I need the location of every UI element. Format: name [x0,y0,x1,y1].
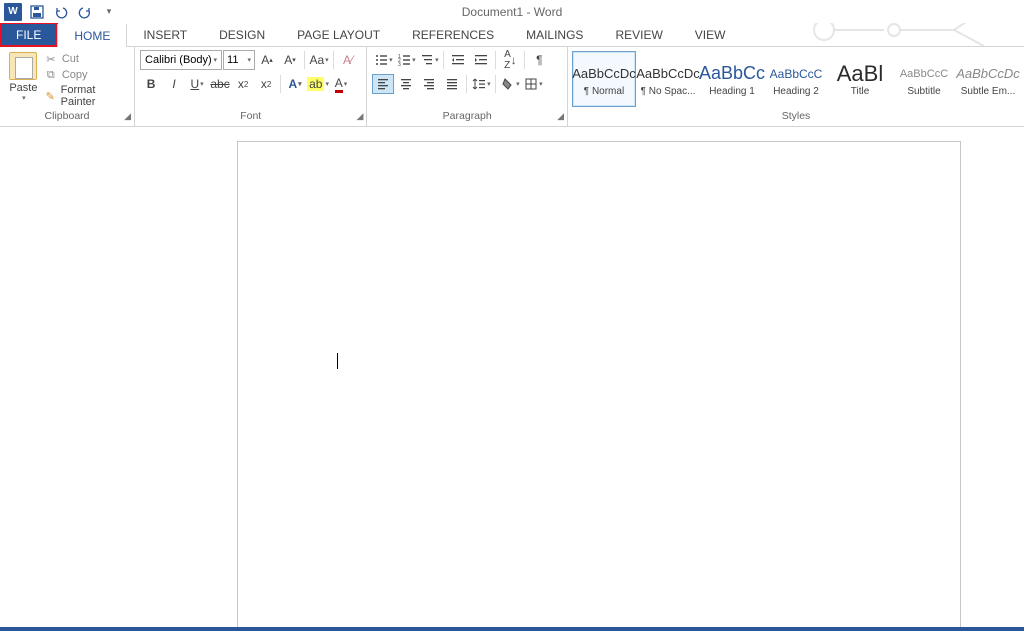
align-left-button[interactable] [372,74,394,94]
svg-text:3: 3 [398,62,401,67]
align-center-button[interactable] [395,74,417,94]
subscript-button[interactable]: x2 [232,74,254,94]
styles-gallery[interactable]: AaBbCcDc ¶ Normal AaBbCcDc ¶ No Spac... … [572,51,1020,107]
styles-group-label: Styles [568,110,1024,126]
grow-font-button[interactable]: A▴ [256,50,278,70]
style-subtitle[interactable]: AaBbCcC Subtitle [892,51,956,107]
style-subtle-emphasis[interactable]: AaBbCcDc Subtle Em... [956,51,1020,107]
strikethrough-button[interactable]: abc [209,74,231,94]
tab-file[interactable]: FILE [0,23,57,46]
justify-button[interactable] [441,74,463,94]
style-heading-1[interactable]: AaBbCc Heading 1 [700,51,764,107]
status-bar [0,627,1024,631]
underline-button[interactable]: U▾ [186,74,208,94]
tab-page-layout[interactable]: PAGE LAYOUT [281,23,396,46]
decrease-indent-button[interactable] [447,50,469,70]
paste-button[interactable]: Paste ▾ [5,50,42,110]
tab-view[interactable]: VIEW [679,23,742,46]
style-title[interactable]: AaBl Title [828,51,892,107]
clear-formatting-button[interactable]: A⁄ [337,50,359,70]
text-cursor [337,353,338,369]
increase-indent-button[interactable] [470,50,492,70]
font-group-label: Font◢ [135,110,366,126]
tab-mailings[interactable]: MAILINGS [510,23,599,46]
numbering-button[interactable]: 123▾ [395,50,417,70]
tab-references[interactable]: REFERENCES [396,23,510,46]
shading-button[interactable]: ▾ [499,74,521,94]
clipboard-launcher[interactable]: ◢ [124,111,131,122]
clipboard-group-label: Clipboard◢ [0,110,134,126]
style-heading-2[interactable]: AaBbCcC Heading 2 [764,51,828,107]
save-button[interactable] [26,2,48,22]
font-size-select[interactable]: 11▾ [223,50,255,70]
tab-insert[interactable]: INSERT [127,23,203,46]
cut-button[interactable]: ✂ Cut [42,52,129,66]
style-no-spacing[interactable]: AaBbCcDc ¶ No Spac... [636,51,700,107]
tab-review[interactable]: REVIEW [599,23,678,46]
style-normal[interactable]: AaBbCcDc ¶ Normal [572,51,636,107]
align-right-button[interactable] [418,74,440,94]
bullets-button[interactable]: ▾ [372,50,394,70]
ribbon-tabs: FILE HOME INSERT DESIGN PAGE LAYOUT REFE… [0,23,1024,47]
paste-label: Paste [9,82,37,94]
document-area[interactable] [0,127,1024,631]
brush-icon: ✎ [44,89,57,103]
tab-home[interactable]: HOME [57,24,127,47]
shrink-font-button[interactable]: A▾ [279,50,301,70]
word-app-icon: W [2,2,24,22]
tab-design[interactable]: DESIGN [203,23,281,46]
line-spacing-button[interactable]: ▾ [470,74,492,94]
document-title: Document1 - Word [462,5,562,19]
copy-icon: ⧉ [44,68,58,82]
borders-button[interactable]: ▾ [522,74,544,94]
chevron-down-icon: ▾ [22,94,26,102]
font-name-select[interactable]: Calibri (Body)▾ [140,50,222,70]
font-launcher[interactable]: ◢ [356,111,363,122]
scissors-icon: ✂ [44,52,58,66]
show-marks-button[interactable]: ¶ [528,50,550,70]
paste-icon [9,52,37,80]
redo-button[interactable] [74,2,96,22]
paragraph-launcher[interactable]: ◢ [557,111,564,122]
font-color-button[interactable]: A▾ [330,74,352,94]
multilevel-list-button[interactable]: ▾ [418,50,440,70]
paragraph-group-label: Paragraph◢ [367,110,567,126]
sort-button[interactable]: AZ↓ [499,50,521,70]
qa-customize-button[interactable]: ▾ [98,2,120,22]
italic-button[interactable]: I [163,74,185,94]
change-case-button[interactable]: Aa▾ [308,50,330,70]
highlight-button[interactable]: ab▾ [307,74,329,94]
copy-button[interactable]: ⧉ Copy [42,68,129,82]
title-bar: W ▾ Document1 - Word [0,0,1024,23]
text-effects-button[interactable]: A▾ [284,74,306,94]
page[interactable] [237,141,961,631]
ribbon: Paste ▾ ✂ Cut ⧉ Copy ✎ Format Painter Cl… [0,47,1024,127]
bold-button[interactable]: B [140,74,162,94]
format-painter-button[interactable]: ✎ Format Painter [42,84,129,108]
superscript-button[interactable]: x2 [255,74,277,94]
undo-button[interactable] [50,2,72,22]
